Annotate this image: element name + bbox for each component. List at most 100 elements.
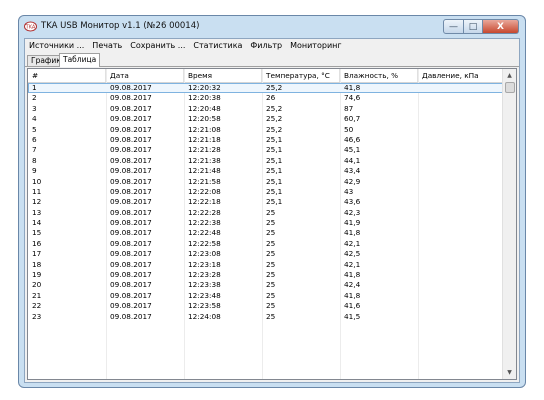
cell-number: 8 bbox=[32, 155, 37, 165]
cell-date: 09.08.2017 bbox=[110, 93, 152, 103]
table-row[interactable]: 5 09.08.2017 12:21:08 25,2 50 bbox=[28, 125, 504, 135]
table-row[interactable]: 19 09.08.2017 12:23:28 25 41,8 bbox=[28, 270, 504, 280]
cell-humidity: 42,1 bbox=[344, 238, 361, 248]
cell-pressure bbox=[418, 166, 504, 176]
cell-number: 3 bbox=[32, 103, 37, 113]
table-row[interactable]: 3 09.08.2017 12:20:48 25,2 87 bbox=[28, 104, 504, 114]
cell-temperature: 25,1 bbox=[266, 176, 283, 186]
title-bar[interactable]: TKA TKA USB Монитор v1.1 (№26 00014) — □… bbox=[19, 16, 525, 38]
column-header-temperature[interactable]: Температура, °С bbox=[262, 69, 340, 82]
cell-humidity: 45,1 bbox=[344, 145, 361, 155]
table-row[interactable]: 20 09.08.2017 12:23:38 25 42,4 bbox=[28, 280, 504, 290]
table-row[interactable]: 2 09.08.2017 12:20:38 26 74,6 bbox=[28, 93, 504, 103]
cell-number: 14 bbox=[32, 218, 42, 228]
cell-pressure bbox=[418, 312, 504, 322]
cell-humidity: 41,5 bbox=[344, 311, 361, 321]
cell-humidity: 41,6 bbox=[344, 301, 361, 311]
menu-filter[interactable]: Фильтр bbox=[246, 39, 286, 53]
cell-humidity: 43,6 bbox=[344, 197, 361, 207]
menu-monitoring[interactable]: Мониторинг bbox=[286, 39, 346, 53]
cell-pressure bbox=[418, 145, 504, 155]
scroll-down-icon[interactable]: ▼ bbox=[503, 366, 516, 379]
scroll-up-icon[interactable]: ▲ bbox=[503, 69, 516, 82]
cell-number: 21 bbox=[32, 290, 42, 300]
menu-statistics[interactable]: Статистика bbox=[189, 39, 246, 53]
column-header-time[interactable]: Время bbox=[184, 69, 262, 82]
tab-strip: Графики Таблица bbox=[25, 53, 519, 67]
cell-time: 12:21:48 bbox=[188, 166, 221, 176]
column-header-pressure[interactable]: Давление, кПа bbox=[418, 69, 504, 82]
cell-pressure bbox=[418, 187, 504, 197]
table-row[interactable]: 13 09.08.2017 12:22:28 25 42,3 bbox=[28, 208, 504, 218]
column-header-humidity[interactable]: Влажность, % bbox=[340, 69, 418, 82]
cell-time: 12:21:58 bbox=[188, 176, 221, 186]
cell-date: 09.08.2017 bbox=[110, 290, 152, 300]
cell-time: 12:21:18 bbox=[188, 134, 221, 144]
cell-pressure bbox=[418, 260, 504, 270]
cell-time: 12:22:38 bbox=[188, 218, 221, 228]
cell-date: 09.08.2017 bbox=[110, 238, 152, 248]
table-row[interactable]: 22 09.08.2017 12:23:58 25 41,6 bbox=[28, 301, 504, 311]
cell-temperature: 25,1 bbox=[266, 186, 283, 196]
cell-temperature: 25,1 bbox=[266, 145, 283, 155]
table-row[interactable]: 12 09.08.2017 12:22:18 25,1 43,6 bbox=[28, 197, 504, 207]
cell-time: 12:20:48 bbox=[188, 103, 221, 113]
table-row[interactable]: 1 09.08.2017 12:20:32 25,2 41,8 bbox=[28, 83, 504, 94]
cell-pressure bbox=[418, 218, 504, 228]
maximize-button[interactable]: □ bbox=[464, 19, 483, 34]
table-row[interactable]: 23 09.08.2017 12:24:08 25 41,5 bbox=[28, 312, 504, 322]
table-row[interactable]: 6 09.08.2017 12:21:18 25,1 46,6 bbox=[28, 135, 504, 145]
cell-temperature: 25,2 bbox=[266, 103, 283, 113]
cell-humidity: 74,6 bbox=[344, 93, 361, 103]
cell-humidity: 50 bbox=[344, 124, 354, 134]
cell-time: 12:20:38 bbox=[188, 93, 221, 103]
cell-time: 12:22:48 bbox=[188, 228, 221, 238]
table-row[interactable]: 9 09.08.2017 12:21:48 25,1 43,4 bbox=[28, 166, 504, 176]
cell-temperature: 25 bbox=[266, 207, 276, 217]
cell-time: 12:21:08 bbox=[188, 124, 221, 134]
cell-temperature: 25 bbox=[266, 311, 276, 321]
table-row[interactable]: 18 09.08.2017 12:23:18 25 42,1 bbox=[28, 260, 504, 270]
table-row[interactable]: 7 09.08.2017 12:21:28 25,1 45,1 bbox=[28, 145, 504, 155]
scroll-thumb[interactable] bbox=[505, 82, 515, 93]
cell-date: 09.08.2017 bbox=[110, 145, 152, 155]
cell-temperature: 25,2 bbox=[266, 124, 283, 134]
cell-number: 2 bbox=[32, 93, 37, 103]
cell-number: 20 bbox=[32, 280, 42, 290]
cell-temperature: 25 bbox=[266, 249, 276, 259]
table-row[interactable]: 11 09.08.2017 12:22:08 25,1 43 bbox=[28, 187, 504, 197]
column-header-date[interactable]: Дата bbox=[106, 69, 184, 82]
minimize-button[interactable]: — bbox=[443, 19, 464, 34]
data-table[interactable]: # Дата Время Температура, °С Влажность, … bbox=[27, 68, 517, 380]
close-button[interactable]: X bbox=[483, 19, 519, 34]
table-row[interactable]: 4 09.08.2017 12:20:58 25,2 60,7 bbox=[28, 114, 504, 124]
cell-date: 09.08.2017 bbox=[110, 301, 152, 311]
cell-temperature: 25,2 bbox=[266, 83, 283, 92]
menu-sources[interactable]: Источники ... bbox=[25, 39, 88, 53]
table-row[interactable]: 14 09.08.2017 12:22:38 25 41,9 bbox=[28, 218, 504, 228]
cell-temperature: 25 bbox=[266, 218, 276, 228]
table-row[interactable]: 8 09.08.2017 12:21:38 25,1 44,1 bbox=[28, 156, 504, 166]
cell-time: 12:22:58 bbox=[188, 238, 221, 248]
cell-number: 18 bbox=[32, 259, 42, 269]
cell-humidity: 41,9 bbox=[344, 218, 361, 228]
column-header-number[interactable]: # bbox=[28, 69, 106, 82]
tab-table[interactable]: Таблица bbox=[59, 53, 100, 67]
cell-number: 19 bbox=[32, 270, 42, 280]
table-row[interactable]: 16 09.08.2017 12:22:58 25 42,1 bbox=[28, 239, 504, 249]
cell-temperature: 25 bbox=[266, 280, 276, 290]
cell-humidity: 44,1 bbox=[344, 155, 361, 165]
table-row[interactable]: 10 09.08.2017 12:21:58 25,1 42,9 bbox=[28, 177, 504, 187]
menu-print[interactable]: Печать bbox=[88, 39, 126, 53]
cell-temperature: 25,1 bbox=[266, 134, 283, 144]
svg-text:TKA: TKA bbox=[25, 25, 36, 31]
cell-temperature: 25,2 bbox=[266, 114, 283, 124]
vertical-scrollbar[interactable]: ▲ ▼ bbox=[502, 69, 516, 379]
table-row[interactable]: 21 09.08.2017 12:23:48 25 41,8 bbox=[28, 291, 504, 301]
cell-number: 7 bbox=[32, 145, 37, 155]
cell-date: 09.08.2017 bbox=[110, 228, 152, 238]
cell-number: 13 bbox=[32, 207, 42, 217]
menu-save[interactable]: Сохранить ... bbox=[126, 39, 189, 53]
table-row[interactable]: 17 09.08.2017 12:23:08 25 42,5 bbox=[28, 249, 504, 259]
table-row[interactable]: 15 09.08.2017 12:22:48 25 41,8 bbox=[28, 228, 504, 238]
